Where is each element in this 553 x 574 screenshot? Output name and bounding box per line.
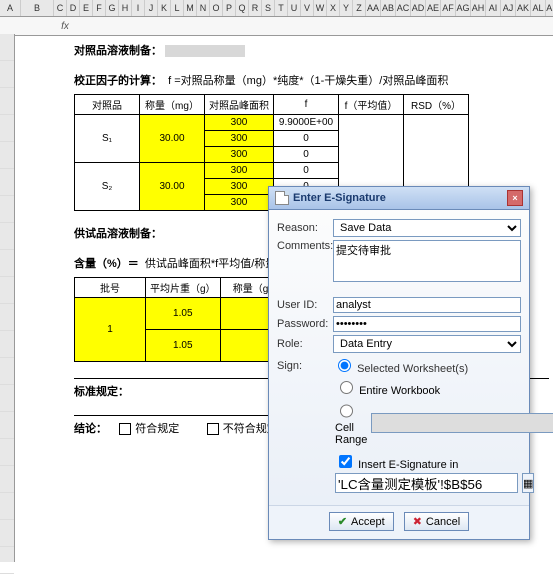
col-D[interactable]: D [67,0,80,16]
col-AE[interactable]: AE [426,0,441,16]
password-label: Password: [277,318,333,330]
check-icon: ✔ [338,515,347,528]
col-AJ[interactable]: AJ [501,0,516,16]
col-F[interactable]: F [93,0,106,16]
cellrange-input[interactable] [371,413,553,433]
column-headers: ABCDEFGHIJKLMNOPQRSTUVWXYZAAABACADAEAFAG… [0,0,553,17]
x-icon: ✖ [413,515,422,528]
col-AD[interactable]: AD [411,0,426,16]
section1-title: 对照品溶液制备： [74,42,549,58]
col-M[interactable]: M [184,0,197,16]
col-A[interactable]: A [0,0,21,16]
col-Z[interactable]: Z [353,0,366,16]
col-Q[interactable]: Q [236,0,249,16]
insert-checkbox[interactable]: Insert E-Signature in [335,452,458,471]
col-B[interactable]: B [21,0,54,16]
col-J[interactable]: J [145,0,158,16]
col-G[interactable]: G [106,0,119,16]
col-N[interactable]: N [197,0,210,16]
reason-select[interactable]: Save Data [333,219,521,237]
checkbox-not-conform[interactable] [207,423,219,435]
cancel-button[interactable]: ✖Cancel [404,512,469,531]
dialog-titlebar[interactable]: Enter E-Signature × [269,187,529,210]
correction-factor-line: 校正因子的计算： f =对照品称量（mg）*纯度*（1-干燥失重）/对照品峰面积 [74,72,549,88]
col-S[interactable]: S [262,0,275,16]
col-E[interactable]: E [80,0,93,16]
col-AL[interactable]: AL [531,0,546,16]
userid-label: User ID: [277,299,333,311]
radio-selected-ws[interactable]: Selected Worksheet(s) [333,363,468,375]
role-select[interactable]: Data Entry [333,335,521,353]
col-Y[interactable]: Y [340,0,353,16]
accept-button[interactable]: ✔Accept [329,512,394,531]
insert-location-input[interactable] [335,473,518,493]
col-U[interactable]: U [288,0,301,16]
password-input[interactable] [333,316,521,332]
fx-label: fx [57,21,73,32]
col-AB[interactable]: AB [381,0,396,16]
placeholder-strip [165,45,245,57]
esignature-dialog: Enter E-Signature × Reason: Save Data Co… [268,186,530,540]
comments-label: Comments: [277,240,333,252]
col-X[interactable]: X [327,0,340,16]
col-AF[interactable]: AF [441,0,456,16]
col-T[interactable]: T [275,0,288,16]
col-AH[interactable]: AH [471,0,486,16]
col-W[interactable]: W [314,0,327,16]
role-label: Role: [277,338,333,350]
dialog-icon [275,191,289,205]
col-I[interactable]: I [132,0,145,16]
col-AI[interactable]: AI [486,0,501,16]
reason-label: Reason: [277,222,333,234]
radio-cellrange[interactable]: Cell Range [335,400,367,446]
sign-label: Sign: [277,360,333,372]
col-AC[interactable]: AC [396,0,411,16]
col-R[interactable]: R [249,0,262,16]
col-O[interactable]: O [210,0,223,16]
comments-input[interactable]: 提交待审批 [333,240,521,282]
col-AM[interactable]: AM [546,0,553,16]
col-V[interactable]: V [301,0,314,16]
col-AA[interactable]: AA [366,0,381,16]
close-icon[interactable]: × [507,190,523,206]
row-headers [0,34,15,562]
col-C[interactable]: C [54,0,67,16]
col-H[interactable]: H [119,0,132,16]
userid-input[interactable] [333,297,521,313]
col-AG[interactable]: AG [456,0,471,16]
col-AK[interactable]: AK [516,0,531,16]
col-P[interactable]: P [223,0,236,16]
insert-picker-icon[interactable]: ▦ [522,473,534,493]
col-K[interactable]: K [158,0,171,16]
col-L[interactable]: L [171,0,184,16]
radio-workbook[interactable]: Entire Workbook [335,378,440,397]
table-row: S₁30.003009.9000E+00 [75,115,469,131]
checkbox-conform[interactable] [119,423,131,435]
